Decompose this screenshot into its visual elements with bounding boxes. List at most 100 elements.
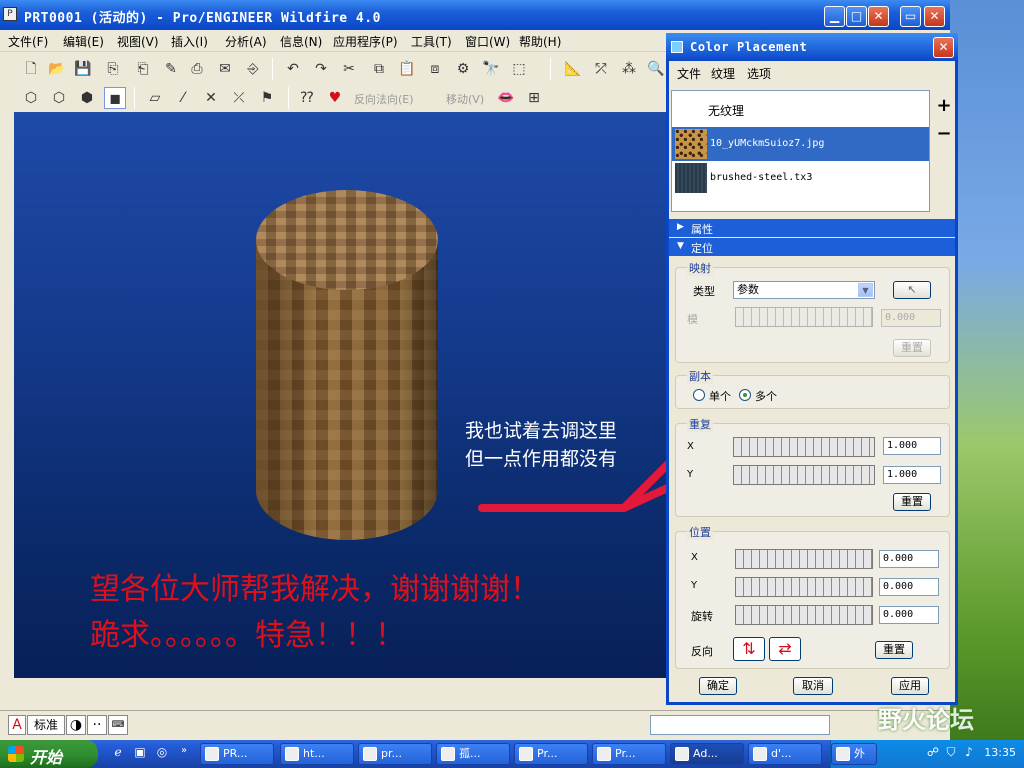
- model-thumbwheel[interactable]: [735, 307, 873, 327]
- quicklaunch-more-icon[interactable]: »: [176, 745, 192, 761]
- main-titlebar[interactable]: P PRT0001 (活动的) - Pro/ENGINEER Wildfire …: [0, 0, 950, 30]
- print-icon[interactable]: ⎙: [186, 58, 208, 80]
- maximize-button[interactable]: □: [846, 6, 867, 27]
- section-properties[interactable]: ▶ 属性: [669, 219, 955, 237]
- new-file-icon[interactable]: 🗋: [20, 58, 42, 80]
- menu-info[interactable]: 信息(N): [280, 33, 322, 50]
- dialog-menu-file[interactable]: 文件: [677, 65, 701, 82]
- annotation-display-icon[interactable]: ⚑: [256, 87, 278, 109]
- dialog-menu-texture[interactable]: 纹理: [711, 65, 735, 82]
- task-button[interactable]: d'...: [748, 743, 822, 765]
- repeat-y-field[interactable]: 1.000: [883, 466, 941, 484]
- texture-item-leopard[interactable]: 10_yUMckmSuioz7.jpg: [672, 127, 929, 161]
- task-button[interactable]: PR...: [200, 743, 274, 765]
- cut-icon[interactable]: ✂: [338, 58, 360, 80]
- hidden-line-icon[interactable]: ⬡: [48, 87, 70, 109]
- appearance-icon[interactable]: 👄: [495, 87, 517, 109]
- task-button[interactable]: ht...: [280, 743, 354, 765]
- paste-special-icon[interactable]: ⧈: [424, 58, 446, 80]
- open-folder-icon[interactable]: 📂: [46, 58, 68, 80]
- position-x-thumbwheel[interactable]: [735, 549, 873, 569]
- paste-icon[interactable]: 📋: [396, 58, 418, 80]
- datum-point-icon[interactable]: ⁂: [618, 58, 640, 80]
- mapping-type-select[interactable]: 参数 ▼: [733, 281, 875, 299]
- move-button[interactable]: 移动(V): [446, 91, 484, 107]
- position-y-field[interactable]: 0.000: [879, 578, 939, 596]
- mapping-reset-button[interactable]: 重置: [893, 339, 931, 357]
- position-reset-button[interactable]: 重置: [875, 641, 913, 659]
- save-icon[interactable]: 💾: [72, 58, 94, 80]
- task-button[interactable]: Pr...: [592, 743, 666, 765]
- no-hidden-icon[interactable]: ⬢: [76, 87, 98, 109]
- texture-item-none[interactable]: 无纹理: [672, 93, 929, 127]
- repeat-reset-button[interactable]: 重置: [893, 493, 931, 511]
- graphics-viewport[interactable]: 我也试着去调这里 但一点作用都没有 望各位大师帮我解决，谢谢谢谢！ 跪求。。。。…: [14, 112, 668, 678]
- repeat-x-field[interactable]: 1.000: [883, 437, 941, 455]
- repeat-x-thumbwheel[interactable]: [733, 437, 875, 457]
- menu-view[interactable]: 视图(V): [117, 33, 159, 50]
- email-icon[interactable]: ✉: [214, 58, 236, 80]
- shading-icon[interactable]: ◼: [104, 87, 126, 109]
- texture-item-steel[interactable]: brushed-steel.tx3: [672, 161, 929, 195]
- find-icon[interactable]: 🔭: [480, 58, 502, 80]
- flip-vertical-icon[interactable]: ⇅: [733, 637, 765, 661]
- menu-edit[interactable]: 编辑(E): [63, 33, 104, 50]
- menu-tools[interactable]: 工具(T): [411, 33, 452, 50]
- datum-axes-display-icon[interactable]: ⁄: [172, 87, 194, 109]
- section-placement[interactable]: ▼ 定位: [669, 238, 955, 256]
- status-std-button[interactable]: 标准: [27, 715, 65, 735]
- datum-points-display-icon[interactable]: ✕: [200, 87, 222, 109]
- position-x-field[interactable]: 0.000: [879, 550, 939, 568]
- menu-help[interactable]: 帮助(H): [519, 33, 561, 50]
- menu-insert[interactable]: 插入(I): [171, 33, 208, 50]
- filter-combo[interactable]: [650, 715, 830, 735]
- menu-window[interactable]: 窗口(W): [465, 33, 510, 50]
- start-button[interactable]: 开始: [0, 740, 98, 768]
- tray-security-icon[interactable]: ⛉: [943, 745, 959, 761]
- ok-button[interactable]: 确定: [699, 677, 737, 695]
- task-button[interactable]: 孤...: [436, 743, 510, 765]
- position-y-thumbwheel[interactable]: [735, 577, 873, 597]
- copy-icon[interactable]: ⧉: [368, 58, 390, 80]
- menu-applications[interactable]: 应用程序(P): [333, 33, 398, 50]
- menu-analysis[interactable]: 分析(A): [225, 33, 267, 50]
- status-dots-button[interactable]: ··: [87, 715, 107, 735]
- desktop-quicklaunch-icon[interactable]: ▣: [132, 745, 148, 761]
- model-value-field[interactable]: 0.000: [881, 309, 941, 327]
- tray-volume-icon[interactable]: ♪: [961, 745, 977, 761]
- task-button-active[interactable]: Ad...: [670, 743, 744, 765]
- minimize-button[interactable]: ▁: [824, 6, 845, 27]
- rotation-thumbwheel[interactable]: [735, 605, 873, 625]
- datum-plane-icon[interactable]: ▱: [144, 87, 166, 109]
- cancel-button[interactable]: 取消: [793, 677, 833, 695]
- rotation-field[interactable]: 0.000: [879, 606, 939, 624]
- measure-icon[interactable]: ⊞: [523, 87, 545, 109]
- ie-quicklaunch-icon[interactable]: ℯ: [110, 745, 126, 761]
- status-moon-button[interactable]: ◑: [66, 715, 86, 735]
- close-button[interactable]: ✕: [868, 6, 889, 27]
- csys-display-icon[interactable]: ⤫: [228, 87, 250, 109]
- single-copy-radio[interactable]: [693, 389, 705, 401]
- multiple-copy-radio[interactable]: [739, 389, 751, 401]
- context-help-icon[interactable]: ⁇: [296, 87, 318, 109]
- dialog-titlebar[interactable]: Color Placement ✕: [666, 33, 958, 61]
- flip-horizontal-icon[interactable]: ⇄: [769, 637, 801, 661]
- save-copy-icon[interactable]: ⎘: [102, 58, 124, 80]
- send-icon[interactable]: ⎆: [242, 58, 264, 80]
- keyboard-icon[interactable]: ⌨: [108, 715, 128, 735]
- menu-file[interactable]: 文件(F): [8, 33, 48, 50]
- rename-icon[interactable]: ✎: [160, 58, 182, 80]
- status-a-button[interactable]: A: [8, 715, 26, 735]
- select-arrow-button[interactable]: ↖: [893, 281, 931, 299]
- datum-axis-icon[interactable]: ⤱: [590, 58, 612, 80]
- apply-button[interactable]: 应用: [891, 677, 929, 695]
- backup-icon[interactable]: ⎗: [132, 58, 154, 80]
- repeat-y-thumbwheel[interactable]: [733, 465, 875, 485]
- browser-quicklaunch-icon[interactable]: ◎: [154, 745, 170, 761]
- select-box-icon[interactable]: ⬚: [508, 58, 530, 80]
- redo-icon[interactable]: ↷: [310, 58, 332, 80]
- dialog-menu-options[interactable]: 选项: [747, 65, 771, 82]
- task-button[interactable]: Pr...: [514, 743, 588, 765]
- outer-restore-button[interactable]: ▭: [900, 6, 921, 27]
- outer-close-button[interactable]: ✕: [924, 6, 945, 27]
